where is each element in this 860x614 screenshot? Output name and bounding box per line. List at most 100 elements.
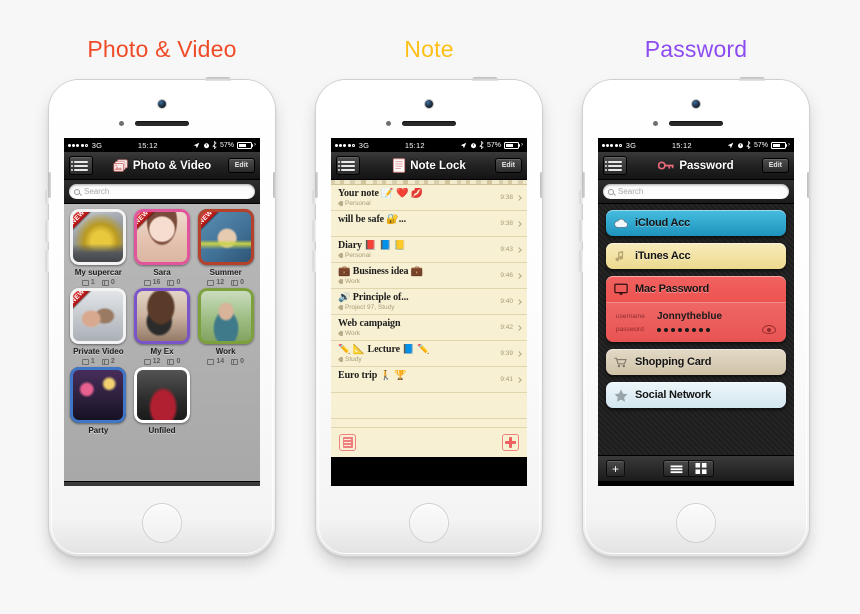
volume-down-button[interactable] xyxy=(313,250,316,272)
charging-indicator: › xyxy=(521,142,523,148)
hamburger-list-icon[interactable] xyxy=(69,156,93,175)
note-list-item[interactable]: Web campaign Work 9:42 xyxy=(331,315,527,341)
edit-button[interactable]: Edit xyxy=(227,158,255,173)
note-list-item[interactable]: Diary 📕 📘 📒 Personal 9:43 xyxy=(331,237,527,263)
volume-down-button[interactable] xyxy=(580,250,583,272)
edit-button[interactable]: Edit xyxy=(494,158,522,173)
note-list-item[interactable]: Euro trip 🚶 🏆 9:41 xyxy=(331,367,527,393)
password-card[interactable]: iCloud Acc xyxy=(606,210,786,236)
password-card-header[interactable]: Social Network xyxy=(606,382,786,408)
album-thumbnail[interactable]: NEW xyxy=(197,209,254,265)
tag-icon xyxy=(338,253,343,258)
album-cell[interactable]: NEW Private Video 1 2 xyxy=(68,288,129,365)
note-list-item[interactable]: ✏️ 📐 Lecture 📘 ✏️ Study 9:39 xyxy=(331,341,527,367)
album-name: Summer xyxy=(209,268,242,277)
music-note-icon xyxy=(615,250,624,261)
add-password-button[interactable]: + xyxy=(606,460,625,477)
password-masked-value[interactable] xyxy=(657,327,710,332)
sleep-button[interactable] xyxy=(739,77,765,81)
username-value[interactable]: Jonnytheblue xyxy=(657,311,722,322)
photo-count: 1 xyxy=(90,279,95,286)
home-button[interactable] xyxy=(143,504,181,542)
album-cell[interactable]: Unfiled xyxy=(132,367,193,435)
password-card[interactable]: iTunes Acc xyxy=(606,243,786,269)
volume-up-button[interactable] xyxy=(46,220,49,242)
search-icon xyxy=(74,188,80,195)
tag-icon xyxy=(338,201,343,206)
album-cell[interactable]: NEW Summer 12 0 xyxy=(195,209,256,286)
grid-view-icon[interactable] xyxy=(688,460,714,477)
volume-down-button[interactable] xyxy=(46,250,49,272)
sleep-button[interactable] xyxy=(472,77,498,81)
note-tag: Work xyxy=(345,278,361,285)
album-thumbnail[interactable] xyxy=(134,288,190,344)
album-cell[interactable]: NEW Sara 16 0 xyxy=(132,209,193,286)
password-card-expanded[interactable]: Mac Password username Jonnytheblue passw… xyxy=(606,276,786,342)
add-note-icon[interactable] xyxy=(502,434,519,451)
note-title: Diary 📕 📘 📒 xyxy=(338,240,407,251)
password-card-header[interactable]: Shopping Card xyxy=(606,349,786,375)
note-list-item[interactable]: 💼 Business idea 💼 Work 9:46 xyxy=(331,263,527,289)
sleep-button[interactable] xyxy=(205,77,231,81)
search-input[interactable]: Search xyxy=(603,184,789,199)
grid-view-icon[interactable] xyxy=(150,485,173,486)
album-thumbnail[interactable]: NEW xyxy=(70,209,127,265)
note-list-item[interactable]: will be safe 🔐... 9:38 xyxy=(331,211,527,237)
hamburger-list-icon[interactable] xyxy=(603,156,627,175)
note-title: 💼 Business idea 💼 xyxy=(338,266,424,277)
home-button[interactable] xyxy=(410,504,448,542)
eye-icon[interactable] xyxy=(762,325,776,334)
note-title: Web campaign xyxy=(338,318,401,329)
list-view-icon[interactable] xyxy=(128,485,151,486)
hamburger-list-icon[interactable] xyxy=(336,156,360,175)
add-folder-icon[interactable] xyxy=(71,485,94,486)
note-time: 9:38 xyxy=(500,220,513,227)
note-tagline: Work xyxy=(338,278,500,285)
carrier-label: 3G xyxy=(91,140,103,150)
status-indicators: 57% › xyxy=(193,141,256,149)
album-thumbnail[interactable] xyxy=(70,367,127,423)
photo-count-icon xyxy=(143,358,151,365)
bluetooth-icon xyxy=(212,141,218,149)
battery-percent-label: 57% xyxy=(219,141,234,149)
note-empty-row xyxy=(331,393,527,419)
note-title: Your note 📝 ❤️ 💋 xyxy=(338,188,424,199)
album-cell[interactable]: Work 14 0 xyxy=(195,288,256,365)
album-thumbnail[interactable] xyxy=(197,288,254,344)
album-thumbnail[interactable]: NEW xyxy=(70,288,127,344)
note-list-item[interactable]: 🔊 Principle of... Project 97, Study 9:40 xyxy=(331,289,527,315)
edit-button[interactable]: Edit xyxy=(761,158,789,173)
tag-icon xyxy=(338,279,343,284)
album-cell[interactable]: My Ex 12 0 xyxy=(132,288,193,365)
home-button[interactable] xyxy=(677,504,715,542)
map-view-icon[interactable] xyxy=(172,485,195,486)
nav-title-label: Photo & Video xyxy=(132,159,212,172)
album-thumbnail[interactable]: NEW xyxy=(134,209,190,265)
search-placeholder: Search xyxy=(84,187,110,196)
password-title: iCloud Acc xyxy=(635,217,691,229)
password-card[interactable]: Shopping Card xyxy=(606,349,786,375)
note-list-icon[interactable] xyxy=(339,434,356,451)
search-input[interactable]: Search xyxy=(69,184,255,199)
album-cell[interactable]: NEW My supercar 1 0 xyxy=(68,209,129,286)
password-card[interactable]: Social Network xyxy=(606,382,786,408)
note-list: Your note 📝 ❤️ 💋 Personal 9:38 will be s… xyxy=(331,180,527,457)
album-row: Party Unfiled xyxy=(68,367,256,435)
earpiece-speaker xyxy=(135,121,189,126)
note-time: 9:40 xyxy=(500,298,513,305)
password-card-header[interactable]: iCloud Acc xyxy=(606,210,786,236)
volume-up-button[interactable] xyxy=(580,220,583,242)
volume-up-button[interactable] xyxy=(313,220,316,242)
album-cell[interactable]: Party xyxy=(68,367,129,435)
tag-icon xyxy=(338,331,343,336)
search-placeholder: Search xyxy=(618,187,644,196)
video-count-icon xyxy=(167,279,175,286)
password-card-header[interactable]: iTunes Acc xyxy=(606,243,786,269)
earpiece-speaker xyxy=(669,121,723,126)
album-counts: 12 0 xyxy=(195,279,256,286)
note-list-item[interactable]: Your note 📝 ❤️ 💋 Personal 9:38 xyxy=(331,185,527,211)
list-view-icon[interactable] xyxy=(663,460,689,477)
album-thumbnail[interactable] xyxy=(134,367,190,423)
password-card-header[interactable]: Mac Password xyxy=(606,276,786,302)
clock-label: 15:12 xyxy=(671,140,692,150)
